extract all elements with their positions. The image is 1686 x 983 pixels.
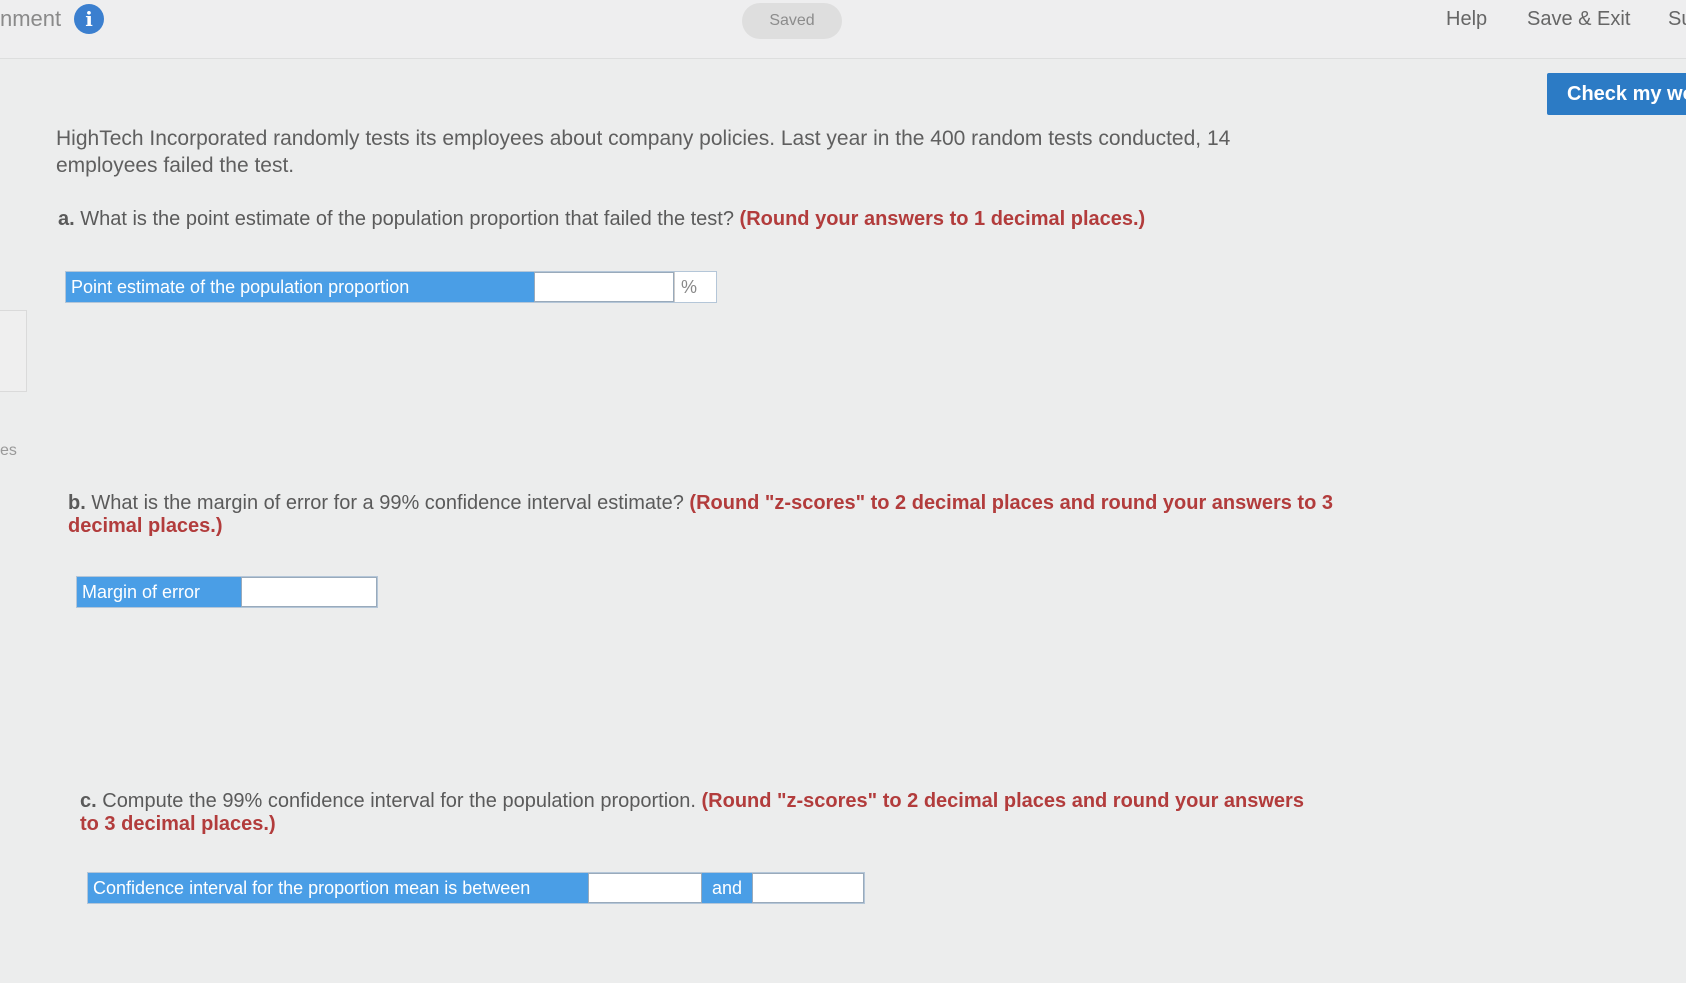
and-label: and	[702, 873, 752, 903]
point-estimate-input[interactable]	[534, 272, 674, 302]
question-a-text: What is the point estimate of the popula…	[74, 208, 740, 230]
question-b-letter: b.	[68, 492, 86, 514]
problem-statement: HighTech Incorporated randomly tests its…	[56, 127, 1231, 177]
side-panel-label: es	[0, 442, 17, 459]
question-a: a. What is the point estimate of the pop…	[58, 208, 1358, 231]
percent-unit: %	[674, 272, 716, 302]
question-c: c. Compute the 99% confidence interval f…	[80, 790, 1320, 836]
confidence-interval-upper-input[interactable]	[752, 873, 864, 903]
check-my-work-button[interactable]: Check my wo	[1547, 73, 1686, 115]
point-estimate-label: Point estimate of the population proport…	[66, 272, 534, 302]
help-link[interactable]: Help	[1446, 8, 1487, 31]
question-a-letter: a.	[58, 208, 75, 230]
saved-status: Saved	[742, 3, 842, 39]
question-a-note: (Round your answers to 1 decimal places.…	[739, 208, 1146, 230]
answer-row-a: Point estimate of the population proport…	[65, 271, 717, 303]
question-c-letter: c.	[80, 790, 97, 812]
submit-link[interactable]: Su	[1668, 8, 1686, 31]
question-b: b. What is the margin of error for a 99%…	[68, 492, 1388, 538]
info-icon[interactable]: i	[74, 4, 104, 34]
top-bar: nment i Saved Help Save & Exit Su	[0, 0, 1686, 59]
margin-of-error-label: Margin of error	[77, 577, 241, 607]
answer-row-c: Confidence interval for the proportion m…	[87, 872, 865, 904]
question-b-text: What is the margin of error for a 99% co…	[85, 492, 690, 514]
confidence-interval-lower-input[interactable]	[588, 873, 702, 903]
assignment-title: nment	[0, 6, 62, 31]
answer-row-b: Margin of error	[76, 576, 378, 608]
save-exit-link[interactable]: Save & Exit	[1527, 8, 1630, 31]
confidence-interval-label: Confidence interval for the proportion m…	[88, 873, 588, 903]
side-panel-tab[interactable]	[0, 310, 27, 392]
margin-of-error-input[interactable]	[241, 577, 377, 607]
question-c-text: Compute the 99% confidence interval for …	[96, 790, 702, 812]
